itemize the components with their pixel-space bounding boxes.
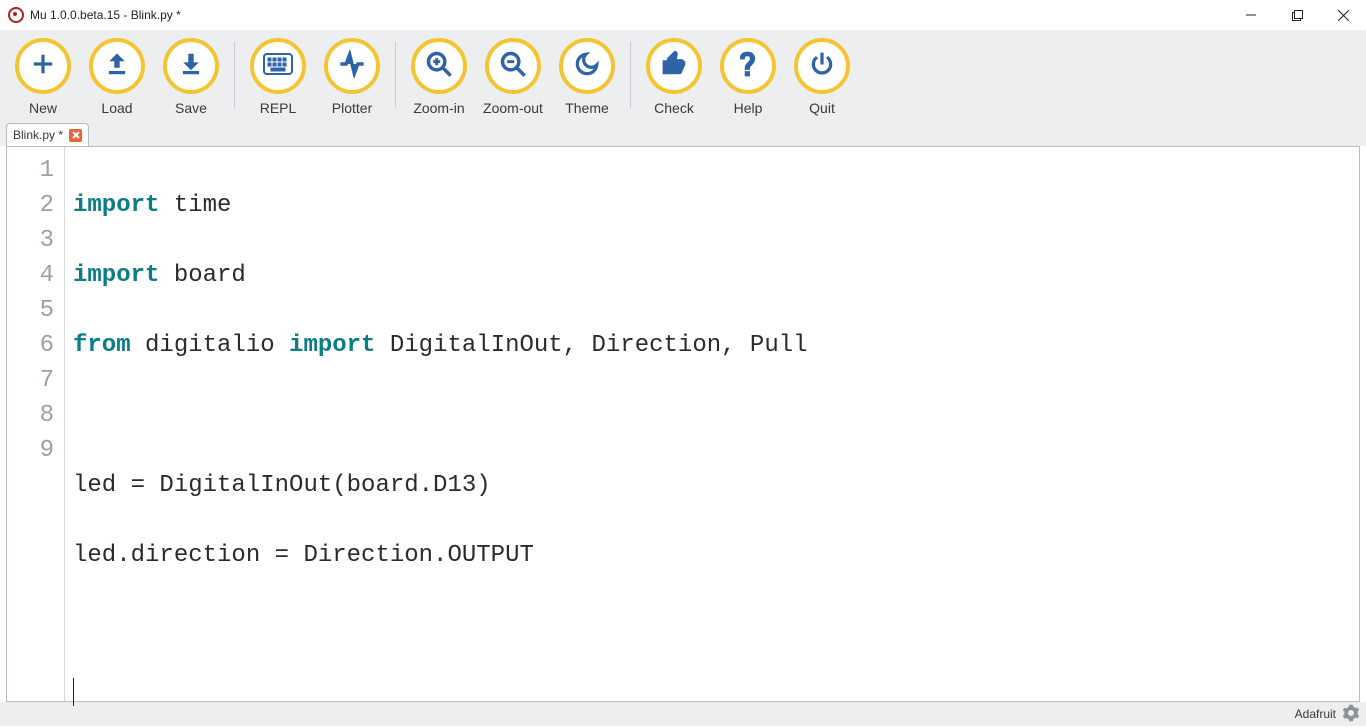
help-label: Help <box>734 100 763 116</box>
line-number: 7 <box>7 363 54 398</box>
thumbs-up-icon <box>661 51 687 82</box>
zoom-in-icon <box>425 50 453 83</box>
text-cursor <box>73 678 74 706</box>
close-icon <box>72 131 80 139</box>
plotter-button[interactable]: Plotter <box>315 38 389 116</box>
line-number: 5 <box>7 293 54 328</box>
save-label: Save <box>175 100 207 116</box>
upload-icon <box>104 51 130 82</box>
keyboard-icon <box>263 53 293 80</box>
code-line: from digitalio import DigitalInOut, Dire… <box>73 328 1359 363</box>
separator <box>395 42 396 108</box>
toolbar: New Load Save REPL Plotter Zoom-in Zoom-… <box>0 30 1366 120</box>
line-number: 4 <box>7 258 54 293</box>
zoom-out-button[interactable]: Zoom-out <box>476 38 550 116</box>
code-editor[interactable]: 1 2 3 4 5 6 7 8 9 import time import boa… <box>6 146 1360 702</box>
minimize-button[interactable] <box>1228 0 1274 30</box>
download-icon <box>178 51 204 82</box>
separator <box>234 42 235 108</box>
separator <box>630 42 631 108</box>
check-label: Check <box>654 100 694 116</box>
close-button[interactable] <box>1320 0 1366 30</box>
maximize-button[interactable] <box>1274 0 1320 30</box>
line-number: 8 <box>7 398 54 433</box>
zoom-out-icon <box>499 50 527 83</box>
code-line: led = DigitalInOut(board.D13) <box>73 468 1359 503</box>
new-label: New <box>29 100 57 116</box>
check-button[interactable]: Check <box>637 38 711 116</box>
file-tab[interactable]: Blink.py * <box>6 123 89 146</box>
plotter-label: Plotter <box>332 100 372 116</box>
code-line <box>73 608 1359 643</box>
quit-label: Quit <box>809 100 835 116</box>
plus-icon <box>30 51 56 82</box>
zoom-in-label: Zoom-in <box>413 100 464 116</box>
code-line <box>73 678 1359 714</box>
code-line: led.direction = Direction.OUTPUT <box>73 538 1359 573</box>
line-number: 2 <box>7 188 54 223</box>
quit-button[interactable]: Quit <box>785 38 859 116</box>
line-number: 3 <box>7 223 54 258</box>
window-controls <box>1228 0 1366 30</box>
save-button[interactable]: Save <box>154 38 228 116</box>
theme-label: Theme <box>565 100 609 116</box>
moon-icon <box>574 51 600 82</box>
new-button[interactable]: New <box>6 38 80 116</box>
help-button[interactable]: Help <box>711 38 785 116</box>
tab-bar: Blink.py * <box>0 120 1366 146</box>
line-gutter: 1 2 3 4 5 6 7 8 9 <box>7 147 65 701</box>
code-line: import time <box>73 188 1359 223</box>
question-icon <box>740 51 756 82</box>
app-icon <box>8 7 24 23</box>
line-number: 1 <box>7 153 54 188</box>
code-line: import board <box>73 258 1359 293</box>
code-area[interactable]: import time import board from digitalio … <box>65 147 1359 701</box>
tab-label: Blink.py * <box>13 128 63 142</box>
code-line <box>73 398 1359 433</box>
load-button[interactable]: Load <box>80 38 154 116</box>
zoom-out-label: Zoom-out <box>483 100 543 116</box>
activity-icon <box>338 50 366 83</box>
repl-button[interactable]: REPL <box>241 38 315 116</box>
zoom-in-button[interactable]: Zoom-in <box>402 38 476 116</box>
title-bar: Mu 1.0.0.beta.15 - Blink.py * <box>0 0 1366 30</box>
power-icon <box>809 51 835 82</box>
theme-button[interactable]: Theme <box>550 38 624 116</box>
repl-label: REPL <box>260 100 297 116</box>
line-number: 6 <box>7 328 54 363</box>
load-label: Load <box>101 100 132 116</box>
line-number: 9 <box>7 433 54 468</box>
window-title: Mu 1.0.0.beta.15 - Blink.py * <box>30 8 181 22</box>
tab-close-button[interactable] <box>69 129 82 142</box>
